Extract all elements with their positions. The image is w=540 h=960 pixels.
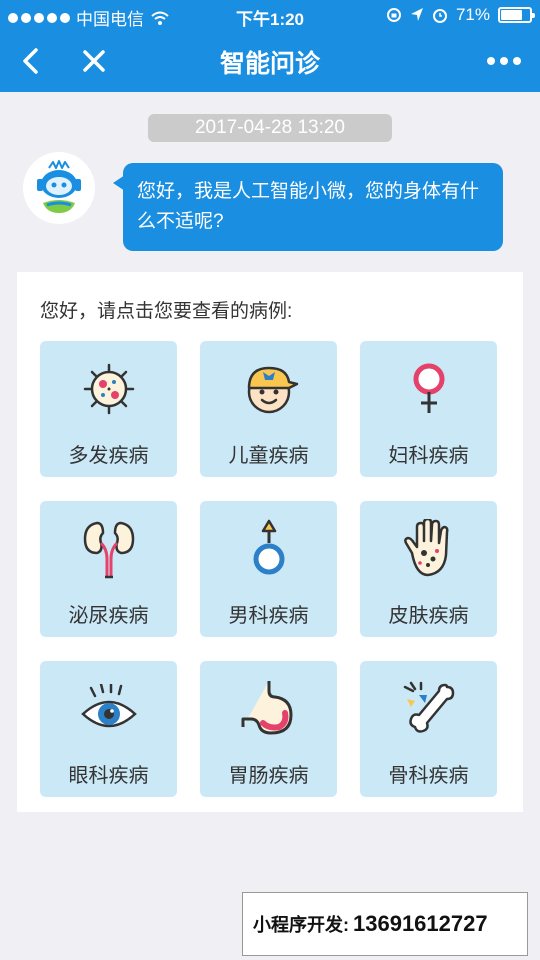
category-label: 骨科疾病 [388,765,469,787]
stomach-icon [241,681,292,735]
bone-icon [403,681,454,733]
eye-icon [80,684,137,728]
category-label: 妇科疾病 [388,445,469,467]
category-label: 胃肠疾病 [228,765,309,787]
category-tile-gynecology[interactable]: 妇科疾病 [360,341,497,477]
category-card: 您好，请点击您要查看的病例: 多发疾病 儿童疾病 妇科疾病 泌尿疾病 男科疾病 … [17,272,523,812]
category-label: 男科疾病 [228,605,309,627]
status-bar: 中国电信 下午1:20 71% [0,0,540,30]
category-label: 眼科疾病 [68,765,149,787]
category-tile-andrology[interactable]: 男科疾病 [200,501,337,637]
robot-icon [37,160,81,213]
bot-message-bubble: 您好，我是人工智能小微，您的身体有什么不适呢? [113,163,503,251]
battery-icon [498,7,535,23]
battery-percent: 71% [455,5,490,24]
category-label: 皮肤疾病 [388,605,469,627]
close-button[interactable] [72,41,116,81]
bot-avatar [23,152,95,224]
category-label: 多发疾病 [68,445,149,467]
category-tile-urology[interactable]: 泌尿疾病 [40,501,177,637]
contact-label: 小程序开发: [253,915,349,935]
skin-hand-icon [403,519,448,577]
more-dot [487,57,495,65]
virus-icon [83,363,134,415]
category-tile-orthopedics[interactable]: 骨科疾病 [360,661,497,797]
contact-phone: 13691612727 [353,911,488,936]
male-symbol-icon [253,519,284,575]
more-button[interactable] [482,41,526,81]
more-dot [500,57,508,65]
message-timestamp: 2017-04-28 13:20 [148,114,392,142]
close-icon [83,50,105,72]
alarm-icon [432,9,447,23]
location-icon [410,8,423,21]
chevron-left-icon [23,48,38,74]
category-label: 儿童疾病 [228,445,309,467]
child-icon [247,366,298,414]
more-dot [513,57,521,65]
female-symbol-icon [413,363,444,413]
kidney-icon [83,521,134,579]
rotation-lock-icon [386,8,401,22]
back-button[interactable] [10,41,50,81]
category-tile-multiple[interactable]: 多发疾病 [40,341,177,477]
category-tile-children[interactable]: 儿童疾病 [200,341,337,477]
category-tile-ophthalmology[interactable]: 眼科疾病 [40,661,177,797]
developer-contact-banner: 小程序开发: 13691612727 [242,892,528,956]
nav-bar: 智能问诊 [0,30,540,92]
category-label: 泌尿疾病 [68,605,149,627]
category-tile-dermatology[interactable]: 皮肤疾病 [360,501,497,637]
category-tile-gastro[interactable]: 胃肠疾病 [200,661,337,797]
card-prompt: 您好，请点击您要查看的病例: [40,301,293,322]
